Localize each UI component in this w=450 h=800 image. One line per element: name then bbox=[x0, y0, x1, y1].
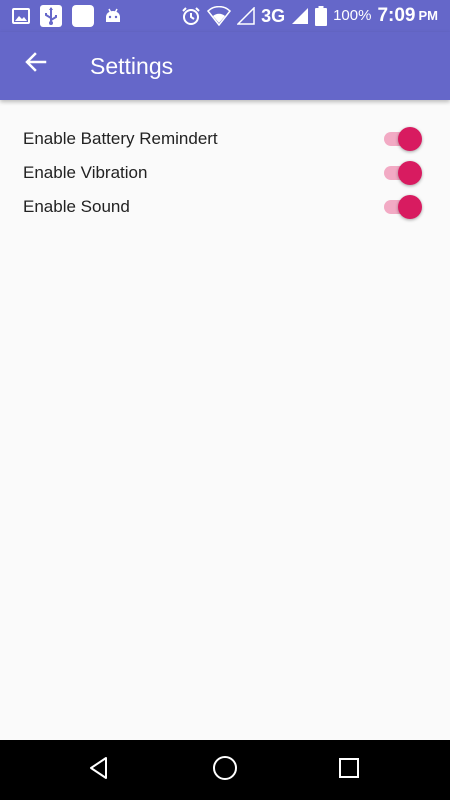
status-bar: 3G 100% 7:09 PM bbox=[0, 0, 450, 32]
nav-recents-button[interactable] bbox=[327, 748, 371, 792]
battery-icon bbox=[315, 6, 328, 26]
system-nav-bar bbox=[0, 740, 450, 800]
setting-row-sound: Enable Sound bbox=[0, 190, 450, 224]
arrow-back-icon bbox=[25, 51, 47, 78]
switch-thumb bbox=[398, 195, 422, 219]
recents-square-icon bbox=[338, 757, 360, 784]
switch-thumb bbox=[398, 127, 422, 151]
battery-percent: 100% bbox=[333, 7, 372, 24]
signal-icon bbox=[291, 7, 309, 25]
network-type-label: 3G bbox=[261, 6, 286, 26]
home-circle-icon bbox=[212, 755, 238, 786]
image-icon bbox=[12, 8, 30, 24]
battery-reminder-toggle[interactable] bbox=[382, 127, 426, 151]
setting-row-battery-reminder: Enable Battery Remindert bbox=[0, 122, 450, 156]
sound-toggle[interactable] bbox=[382, 195, 426, 219]
settings-list: Enable Battery Remindert Enable Vibratio… bbox=[0, 122, 450, 224]
setting-label: Enable Battery Remindert bbox=[23, 129, 218, 148]
notification-square-icon bbox=[72, 5, 94, 27]
alarm-icon bbox=[181, 6, 201, 26]
back-button[interactable] bbox=[14, 42, 58, 86]
signal-empty-icon bbox=[237, 7, 255, 25]
android-icon bbox=[104, 7, 122, 25]
setting-label: Enable Vibration bbox=[23, 163, 148, 182]
clock-ampm: PM bbox=[418, 8, 439, 23]
nav-home-button[interactable] bbox=[203, 748, 247, 792]
wifi-icon bbox=[207, 6, 232, 26]
nav-back-button[interactable] bbox=[77, 748, 121, 792]
setting-label: Enable Sound bbox=[23, 197, 130, 216]
usb-icon bbox=[40, 5, 62, 27]
clock-time: 7:09 bbox=[377, 5, 416, 26]
page-title: Settings bbox=[90, 53, 174, 79]
back-triangle-icon bbox=[87, 756, 111, 785]
setting-row-vibration: Enable Vibration bbox=[0, 156, 450, 190]
vibration-toggle[interactable] bbox=[382, 161, 426, 185]
app-toolbar: Settings bbox=[0, 32, 450, 100]
status-bar-notifications bbox=[12, 4, 122, 28]
status-bar-system: 3G 100% 7:09 PM bbox=[181, 4, 438, 28]
switch-thumb bbox=[398, 161, 422, 185]
